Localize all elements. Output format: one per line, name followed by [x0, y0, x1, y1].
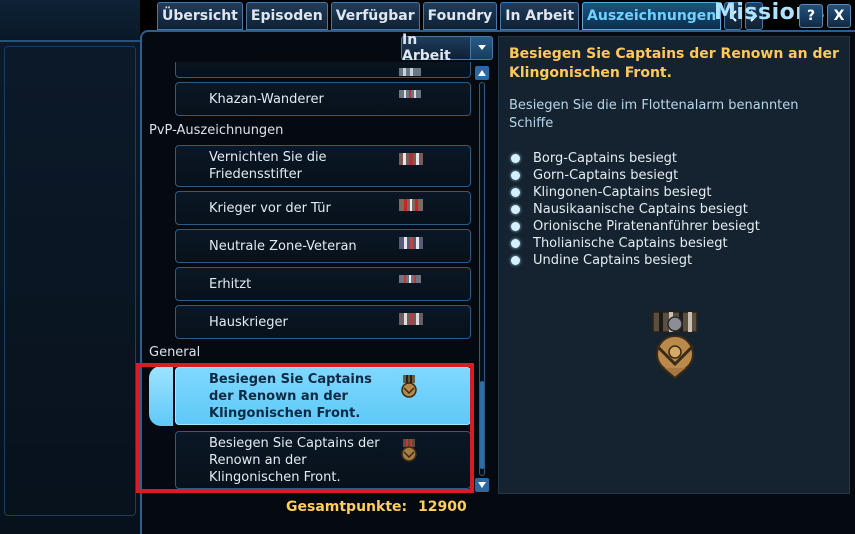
help-button[interactable]: ?: [799, 4, 823, 28]
tab-foundry[interactable]: Foundry: [422, 2, 498, 30]
tab-verfuegbar[interactable]: Verfügbar: [330, 2, 420, 30]
ribbon-icon: [399, 199, 423, 211]
detail-description: Besiegen Sie die im Flottenalarm benannt…: [509, 98, 799, 131]
scroll-track[interactable]: [479, 82, 485, 476]
objective-item: Tholianische Captains besiegt: [511, 235, 760, 252]
tab-auszeichnungen[interactable]: Auszeichnungen: [582, 2, 722, 30]
bullet-icon: [511, 222, 520, 231]
chevron-down-icon: [478, 482, 486, 488]
list-item-label: Vernichten Sie die Friedensstifter: [209, 150, 327, 182]
list-item-label: Neutrale Zone-Veteran: [209, 238, 357, 254]
ribbon-icon: [399, 313, 423, 325]
total-points: Gesamtpunkte: 12900: [286, 499, 467, 515]
bullet-icon: [511, 239, 520, 248]
selection-highlight-box: [136, 363, 474, 493]
status-filter-toggle[interactable]: [471, 36, 493, 60]
list-item-label: [209, 62, 389, 77]
ribbon-icon: [399, 237, 423, 249]
scroll-down-button[interactable]: [475, 478, 489, 492]
list-item[interactable]: Hauskrieger: [175, 305, 471, 339]
bullet-icon: [511, 256, 520, 265]
objective-item: Klingonen-Captains besiegt: [511, 184, 760, 201]
list-item[interactable]: Neutrale Zone-Veteran: [175, 229, 471, 263]
objective-item: Orionische Piratenanführer besiegt: [511, 218, 760, 235]
objective-item: Gorn-Captains besiegt: [511, 167, 760, 184]
bullet-icon: [511, 205, 520, 214]
objective-item: Nausikaanische Captains besiegt: [511, 201, 760, 218]
chevron-up-icon: [478, 70, 486, 76]
objective-list: Borg-Captains besiegt Gorn-Captains besi…: [511, 150, 760, 269]
list-item-partial[interactable]: [175, 62, 471, 78]
left-backdrop: [0, 0, 140, 534]
list-item-label: Khazan-Wanderer: [209, 91, 324, 107]
objective-item: Borg-Captains besiegt: [511, 150, 760, 167]
status-filter-value[interactable]: In Arbeit: [401, 32, 471, 64]
bullet-icon: [511, 188, 520, 197]
total-points-label: Gesamtpunkte:: [286, 499, 408, 515]
scroll-thumb[interactable]: [480, 381, 484, 469]
bullet-icon: [511, 171, 520, 180]
list-scrollbar[interactable]: [475, 66, 489, 492]
list-item[interactable]: Vernichten Sie die Friedensstifter: [175, 145, 471, 187]
list-item-label: Hauskrieger: [209, 314, 288, 330]
tab-bar: Übersicht Episoden Verfügbar Foundry In …: [157, 2, 764, 30]
list-item[interactable]: Khazan-Wanderer: [175, 82, 471, 116]
left-frame: [4, 46, 136, 516]
detail-title: Besiegen Sie Captains der Renown an der …: [509, 46, 839, 81]
chevron-down-icon: [477, 45, 486, 50]
status-filter-dropdown[interactable]: In Arbeit: [401, 32, 493, 64]
ribbon-icon: [399, 153, 423, 165]
list-item-label: Erhitzt: [209, 276, 252, 292]
close-button[interactable]: X: [827, 4, 851, 28]
list-item[interactable]: Krieger vor der Tür: [175, 191, 471, 225]
bullet-icon: [511, 154, 520, 163]
medal-icon: [652, 311, 698, 380]
tab-uebersicht[interactable]: Übersicht: [157, 2, 243, 30]
section-header: General: [149, 345, 201, 360]
section-header: PvP-Auszeichnungen: [149, 123, 284, 138]
scroll-up-button[interactable]: [475, 66, 489, 80]
tab-in-arbeit[interactable]: In Arbeit: [500, 2, 580, 30]
objective-item: Undine Captains besiegt: [511, 252, 760, 269]
list-item[interactable]: Erhitzt: [175, 267, 471, 301]
total-points-value: 12900: [417, 499, 467, 515]
ribbon-icon: [399, 68, 421, 76]
detail-panel: Besiegen Sie Captains der Renown an der …: [498, 36, 850, 494]
left-topbar: [0, 0, 140, 42]
list-item-label: Krieger vor der Tür: [209, 200, 331, 216]
tab-episoden[interactable]: Episoden: [245, 2, 328, 30]
ribbon-icon: [399, 275, 421, 283]
ribbon-icon: [399, 90, 421, 98]
